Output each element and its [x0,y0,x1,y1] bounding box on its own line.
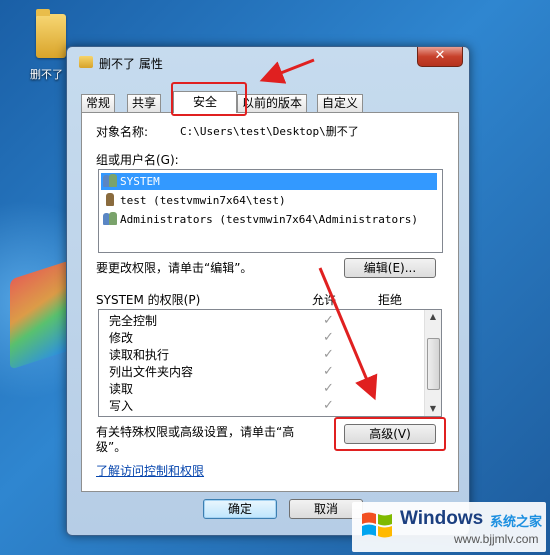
folder-icon [79,56,93,68]
list-item: 修改 ✓ [109,330,334,345]
change-permission-hint: 要更改权限，请单击“编辑”。 [96,261,253,275]
deny-header: 拒绝 [378,293,403,307]
list-item: 写入 ✓ [109,398,334,413]
permission-scrollbar[interactable]: ▲ ▼ [424,310,441,416]
group-user-icon [103,212,117,225]
scroll-thumb[interactable] [427,338,440,390]
advanced-hint-line2: 级”。 [96,440,127,454]
permission-header: SYSTEM 的权限(P) [96,293,201,307]
check-icon: ✓ [323,330,334,345]
list-item: 列出文件夹内容 ✓ [109,364,334,379]
watermark-url: www.bjjmlv.com [454,532,539,546]
close-button[interactable]: ✕ [417,47,463,67]
watermark-brand: Windows [400,508,484,529]
group-user-label: 组或用户名(G): [96,153,179,167]
check-icon: ✓ [323,381,334,396]
watermark-sub: 系统之家 [490,515,543,530]
advanced-button[interactable]: 高级(V) [344,424,436,444]
scroll-up-icon[interactable]: ▲ [425,310,441,324]
ok-button[interactable]: 确定 [203,499,277,519]
desktop-folder-icon[interactable] [36,9,66,58]
tab-previous-versions[interactable]: 以前的版本 [237,94,308,112]
learn-access-control-link[interactable]: 了解访问控制和权限 [96,462,204,479]
desktop-folder-label: 删不了 [30,68,63,81]
list-item[interactable]: test (testvmwin7x64\test) [101,192,437,209]
tab-general[interactable]: 常规 [81,94,116,112]
windows-logo-icon [362,512,392,538]
allow-header: 允许 [312,293,337,307]
tab-strip: 常规 共享 安全 以前的版本 自定义 [81,91,461,113]
window-title: 删不了 属性 [99,57,163,71]
list-item: 读取 ✓ [109,381,334,396]
tab-customize[interactable]: 自定义 [317,94,364,112]
permission-listbox[interactable]: 完全控制 ✓ 修改 ✓ 读取和执行 ✓ 列出文件夹内容 ✓ 读取 ✓ 写入 ✓ ▲ ▼ [98,309,442,417]
security-panel: 对象名称: C:\Users\test\Desktop\删不了 组或用户名(G)… [81,112,459,492]
properties-window: 删不了 属性 ✕ 常规 共享 安全 以前的版本 自定义 对象名称: C:\Use… [66,46,470,536]
check-icon: ✓ [323,398,334,413]
check-icon: ✓ [323,364,334,379]
object-name-value: C:\Users\test\Desktop\删不了 [180,125,359,138]
group-user-icon [103,174,117,187]
list-item: 完全控制 ✓ [109,313,334,328]
list-item[interactable]: SYSTEM [101,173,437,190]
edit-button[interactable]: 编辑(E)... [344,258,436,278]
list-item: 读取和执行 ✓ [109,347,334,362]
check-icon: ✓ [323,347,334,362]
tab-sharing[interactable]: 共享 [127,94,162,112]
title-bar[interactable]: 删不了 属性 ✕ [67,47,469,77]
watermark: Windows 系统之家 www.bjjmlv.com [352,502,546,552]
tab-security[interactable]: 安全 [173,91,237,113]
single-user-icon [103,193,117,206]
object-name-label: 对象名称: [96,125,149,139]
user-listbox[interactable]: SYSTEM test (testvmwin7x64\test) Adminis… [98,169,443,253]
scroll-down-icon[interactable]: ▼ [425,402,441,416]
check-icon: ✓ [323,313,334,328]
list-item[interactable]: Administrators (testvmwin7x64\Administra… [101,211,437,228]
